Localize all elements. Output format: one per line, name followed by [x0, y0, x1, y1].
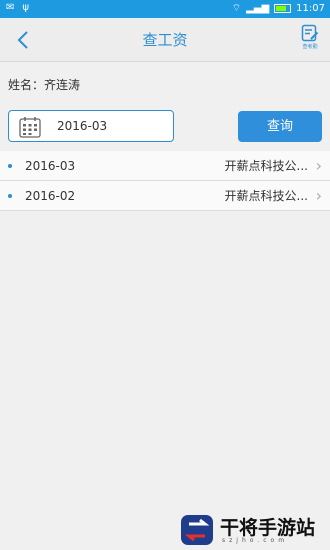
record-company: 开薪点科技公...: [224, 159, 308, 173]
chevron-right-icon: ›: [315, 186, 322, 205]
chevron-left-icon: [17, 31, 28, 49]
calendar-icon: [19, 117, 41, 138]
status-time: 11:07: [296, 3, 325, 14]
watermark-subtitle: szjho.com: [222, 537, 289, 544]
list-item[interactable]: 2016-03 开薪点科技公... ›: [0, 151, 330, 181]
watermark-title: 干将手游站: [220, 517, 316, 539]
record-company: 开薪点科技公...: [224, 189, 308, 203]
record-date: 2016-02: [25, 189, 76, 203]
bullet-dot: [8, 194, 12, 198]
watermark: 干将手游站 szjho.com: [178, 512, 328, 548]
page-title: 查工资: [142, 31, 188, 49]
status-bar: ✉ ψ ⌔ ▂▄▆ 11:07: [0, 0, 330, 18]
salary-list: 2016-03 开薪点科技公... › 2016-02 开薪点科技公... ›: [0, 151, 330, 211]
edit-note-icon: [301, 24, 319, 42]
header-bar: 查工资 查考勤: [0, 18, 330, 62]
list-item[interactable]: 2016-02 开薪点科技公... ›: [0, 181, 330, 211]
back-button[interactable]: [10, 26, 36, 54]
record-date: 2016-03: [25, 159, 76, 173]
employee-name: 姓名：齐连涛: [8, 78, 81, 92]
attendance-label: 查考勤: [302, 44, 318, 50]
signal-icon: ▂▄▆: [246, 3, 270, 14]
month-value: 2016-03: [57, 119, 108, 133]
notification-icon: ✉: [6, 2, 15, 13]
wifi-icon: ⌔: [231, 3, 242, 14]
bullet-dot: [8, 164, 12, 168]
month-picker[interactable]: 2016-03: [8, 110, 174, 142]
battery-icon: [274, 4, 292, 13]
chevron-right-icon: ›: [315, 156, 322, 175]
attendance-button[interactable]: 查考勤: [298, 24, 322, 56]
query-button[interactable]: 查询: [238, 111, 322, 142]
watermark-logo-icon: [181, 515, 213, 545]
usb-icon: ψ: [22, 2, 29, 13]
